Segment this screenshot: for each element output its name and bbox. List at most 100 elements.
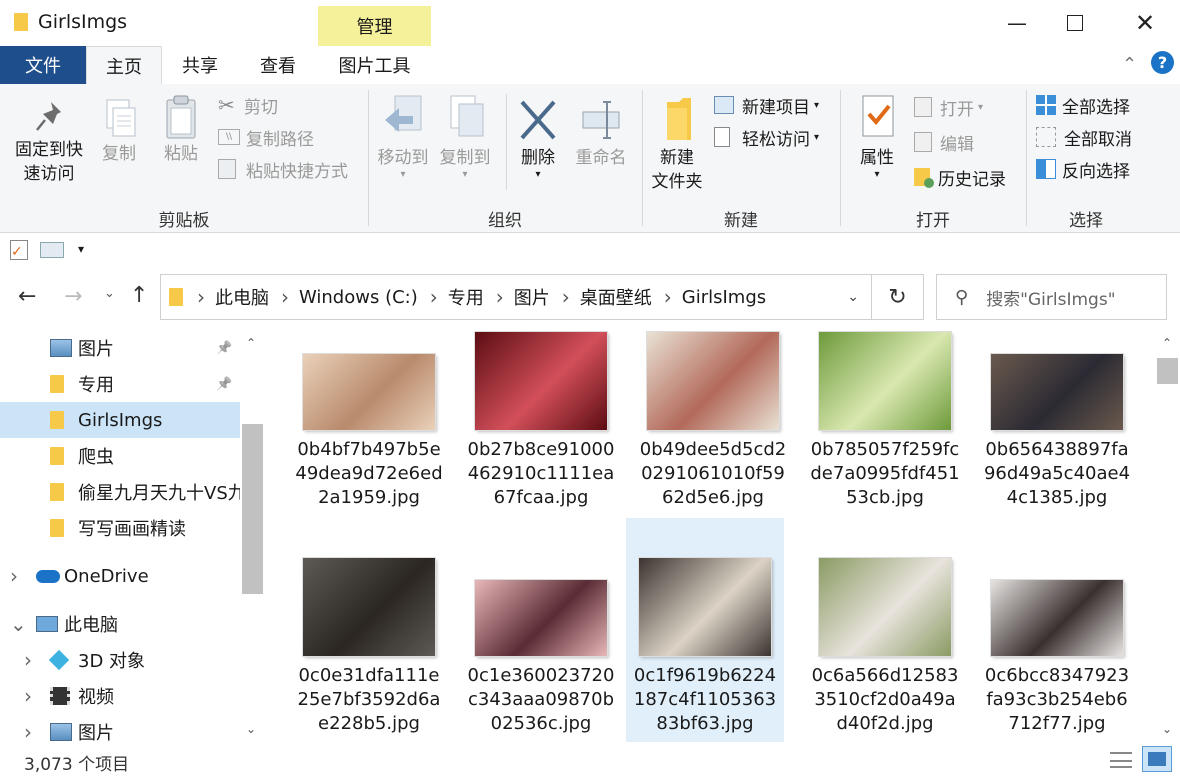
nav-item[interactable]: GirlsImgs: [0, 402, 240, 438]
nav-item[interactable]: 偷星九月天九十VS九: [0, 474, 240, 510]
close-button[interactable]: ✕: [1116, 0, 1174, 46]
breadcrumb-separator-icon[interactable]: ›: [664, 285, 672, 309]
back-arrow-icon[interactable]: ←: [18, 284, 36, 309]
minimize-button[interactable]: —: [988, 0, 1046, 46]
computer-icon: [36, 616, 58, 632]
help-icon[interactable]: ?: [1151, 51, 1174, 74]
nav-item-label: GirlsImgs: [78, 409, 163, 431]
file-item[interactable]: 0b27b8ce91000462910c1111ea67fcaa.jpg: [462, 330, 620, 510]
tab-home[interactable]: 主页: [86, 46, 162, 85]
edit-icon: [914, 132, 932, 152]
content-scroll-thumb[interactable]: [1157, 358, 1178, 384]
paste-shortcut-button[interactable]: 粘贴快捷方式: [218, 154, 348, 184]
rename-label: 重命名: [575, 148, 627, 168]
search-input[interactable]: 搜索"GirlsImgs": [986, 285, 1115, 310]
invert-selection-button[interactable]: 反向选择: [1036, 154, 1130, 184]
tab-view[interactable]: 查看: [238, 46, 318, 84]
chevron-right-icon[interactable]: ›: [24, 720, 32, 744]
file-item[interactable]: 0c1e360023720c343aaa09870b02536c.jpg: [462, 556, 620, 736]
pin-icon: [36, 102, 61, 131]
file-name: 0b785057f259fcde7a0995fdf45153cb.jpg: [810, 439, 960, 508]
breadcrumb-separator-icon[interactable]: ›: [430, 285, 438, 309]
select-all-button[interactable]: 全部选择: [1036, 90, 1130, 120]
forward-arrow-icon[interactable]: →: [64, 284, 82, 309]
nav-scroll-thumb[interactable]: [242, 424, 263, 594]
easy-access-button[interactable]: 轻松访问 ▾: [714, 122, 819, 152]
scroll-down-icon[interactable]: ⌄: [246, 722, 256, 736]
pin-quick-access-button[interactable]: 固定到快 速访问: [8, 98, 90, 186]
file-item[interactable]: 0c0e31dfa111e25e7bf3592d6ae228b5.jpg: [290, 556, 448, 736]
breadcrumb-separator-icon[interactable]: ›: [562, 285, 570, 309]
address-bar[interactable]: › 此电脑 › Windows (C:) › 专用 › 图片 › 桌面壁纸 › GirlsImgs ⌄: [160, 274, 872, 320]
file-item[interactable]: 0b785057f259fcde7a0995fdf45153cb.jpg: [806, 330, 964, 510]
nav-item-label: 专用: [78, 375, 114, 396]
scroll-up-icon[interactable]: ⌃: [1162, 336, 1172, 350]
details-view-icon[interactable]: [1110, 749, 1132, 769]
breadcrumb-item[interactable]: 图片: [514, 284, 550, 310]
collapse-ribbon-icon[interactable]: ⌃: [1122, 54, 1137, 75]
edit-button[interactable]: 编辑: [914, 127, 974, 157]
nav-item[interactable]: 爬虫: [0, 438, 240, 474]
qat-properties-icon[interactable]: ✓: [10, 240, 28, 260]
file-item[interactable]: 0c6a566d125833510cf2d0a49ad40f2d.jpg: [806, 556, 964, 736]
delete-button[interactable]: 删除 ▾: [514, 94, 562, 180]
rename-button[interactable]: 重命名: [570, 94, 632, 170]
move-to-button[interactable]: 移动到 ▾: [374, 94, 432, 180]
file-item[interactable]: 0b49dee5d5cd20291061010f5962d5e6.jpg: [634, 330, 792, 510]
new-item-button[interactable]: 新建项目 ▾: [714, 90, 819, 120]
breadcrumb-item[interactable]: Windows (C:): [299, 287, 418, 308]
chevron-right-icon[interactable]: ›: [24, 684, 32, 708]
up-arrow-icon[interactable]: ↑: [130, 283, 148, 308]
paste-button[interactable]: 粘贴: [156, 94, 206, 166]
chevron-right-icon[interactable]: ›: [10, 564, 18, 588]
chevron-right-icon[interactable]: ›: [24, 648, 32, 672]
large-icons-view-icon[interactable]: [1142, 746, 1172, 772]
copy-to-button[interactable]: 复制到 ▾: [436, 94, 494, 180]
breadcrumb-item[interactable]: GirlsImgs: [682, 287, 766, 308]
search-box[interactable]: ⚲ 搜索"GirlsImgs": [936, 274, 1167, 320]
cut-button[interactable]: ✂ 剪切: [218, 90, 278, 120]
breadcrumb-separator-icon[interactable]: ›: [281, 285, 289, 309]
properties-button[interactable]: 属性 ▾: [852, 94, 902, 180]
nav-item[interactable]: 专用 📌: [0, 366, 240, 402]
nav-item[interactable]: › 视频: [0, 678, 240, 714]
nav-item[interactable]: › OneDrive: [0, 558, 240, 594]
scroll-down-icon[interactable]: ⌄: [1162, 722, 1172, 736]
recent-locations-icon[interactable]: ⌄: [104, 286, 115, 301]
content-scrollbar[interactable]: ⌃ ⌄: [1155, 330, 1180, 743]
dropdown-arrow-icon: ▾: [874, 169, 880, 180]
folder-icon: [50, 375, 64, 393]
file-item[interactable]: 0c1f9619b6224187c4f110536383bf63.jpg: [626, 518, 784, 742]
file-item[interactable]: 0b656438897fa96d49a5c40ae44c1385.jpg: [978, 330, 1136, 510]
manage-context-tab[interactable]: 管理: [318, 6, 431, 46]
new-folder-button[interactable]: 新建 文件夹: [646, 94, 708, 194]
tab-share[interactable]: 共享: [162, 46, 238, 84]
breadcrumb-separator-icon[interactable]: ›: [496, 285, 504, 309]
maximize-button[interactable]: [1046, 0, 1104, 46]
nav-scrollbar[interactable]: ⌃ ⌄: [240, 330, 265, 743]
breadcrumb-item[interactable]: 此电脑: [215, 284, 269, 310]
qat-rename-icon[interactable]: [40, 242, 64, 258]
nav-item[interactable]: 图片 📌: [0, 330, 240, 366]
refresh-button[interactable]: ↻: [872, 274, 924, 320]
tab-picture-tools[interactable]: 图片工具: [318, 46, 431, 84]
file-item[interactable]: 0c6bcc8347923fa93c3b254eb6712f77.jpg: [978, 556, 1136, 736]
file-item[interactable]: 0b4bf7b497b5e49dea9d72e6ed2a1959.jpg: [290, 330, 448, 510]
breadcrumb-item[interactable]: 桌面壁纸: [580, 284, 652, 310]
nav-item[interactable]: 写写画画精读: [0, 510, 240, 546]
select-none-button[interactable]: 全部取消: [1036, 122, 1132, 152]
qat-customize-icon[interactable]: ▾: [78, 242, 84, 256]
history-button[interactable]: 历史记录: [914, 162, 1006, 192]
breadcrumb-item[interactable]: 专用: [448, 284, 484, 310]
copy-button[interactable]: 复制: [96, 98, 142, 166]
nav-item[interactable]: ⌄ 此电脑: [0, 606, 240, 642]
copy-path-button[interactable]: \\ 复制路径: [218, 122, 314, 152]
address-dropdown-icon[interactable]: ⌄: [847, 289, 859, 305]
chevron-down-icon[interactable]: ⌄: [10, 612, 27, 636]
breadcrumb-separator-icon[interactable]: ›: [197, 285, 205, 309]
tab-file[interactable]: 文件: [0, 46, 86, 84]
scroll-up-icon[interactable]: ⌃: [246, 336, 256, 350]
open-button[interactable]: 打开 ▾: [914, 92, 983, 122]
nav-item[interactable]: › 3D 对象: [0, 642, 240, 678]
copy-to-label: 复制到: [439, 148, 491, 168]
